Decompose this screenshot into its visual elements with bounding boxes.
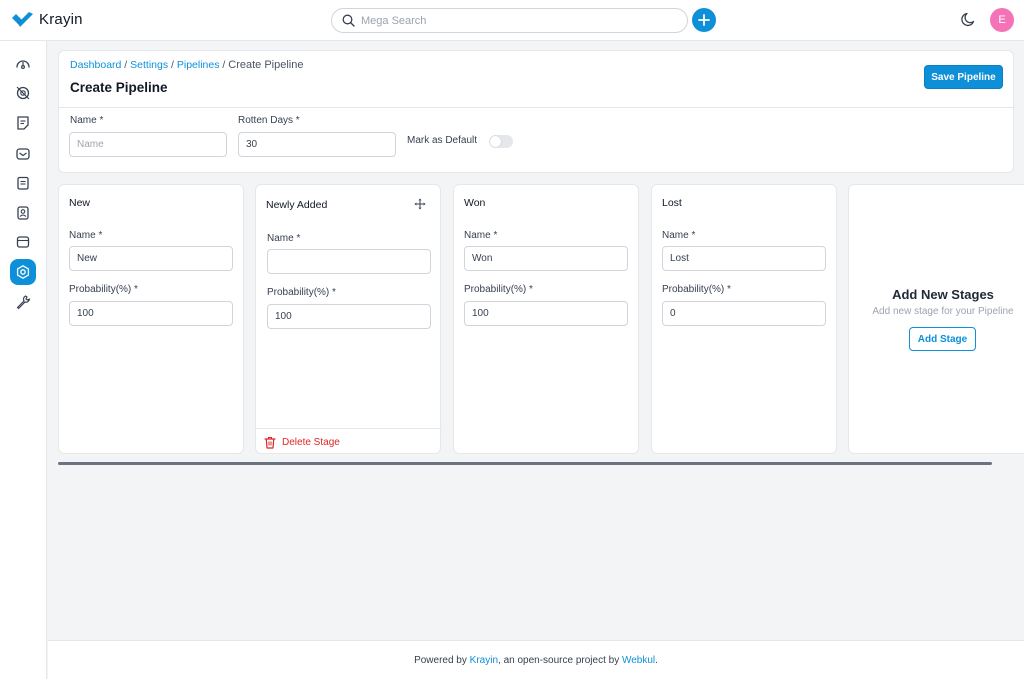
top-bar: Krayin E — [0, 0, 1024, 41]
footer: Powered by Krayin, an open-source projec… — [48, 640, 1024, 679]
stage-probability-label: Probability(%) * — [662, 284, 731, 295]
stage-card-won: Won Name * Probability(%) * — [453, 184, 639, 454]
sidebar-item-leads[interactable] — [10, 80, 36, 106]
stage-card-new: New Name * Probability(%) * — [58, 184, 244, 454]
stage-title: Won — [464, 197, 486, 209]
webkul-link[interactable]: Webkul — [622, 655, 655, 666]
breadcrumb-separator: / — [219, 59, 229, 71]
stage-card-newly-added: Newly Added Name * Probability(%) * Dele… — [255, 184, 442, 455]
rotten-days-label: Rotten Days * — [238, 115, 300, 126]
breadcrumb-pipelines[interactable]: Pipelines — [177, 59, 220, 71]
add-stage-title: Add New Stages — [892, 287, 994, 302]
breadcrumb-current: Create Pipeline — [228, 59, 304, 71]
stage-name-input[interactable] — [267, 249, 431, 274]
stage-probability-label: Probability(%) * — [267, 287, 336, 298]
stage-card-lost: Lost Name * Probability(%) * — [651, 184, 837, 454]
search-input[interactable] — [361, 14, 661, 27]
sidebar-item-quotes[interactable] — [10, 110, 36, 136]
mega-search[interactable] — [331, 8, 688, 33]
name-label: Name * — [70, 115, 104, 126]
krayin-logo-icon — [12, 11, 33, 27]
mark-default-toggle[interactable] — [489, 135, 513, 148]
dark-mode-toggle[interactable] — [961, 11, 977, 30]
stage-probability-input[interactable] — [267, 304, 431, 329]
stage-name-input[interactable] — [69, 246, 233, 271]
stage-probability-input[interactable] — [662, 301, 826, 326]
stage-probability-label: Probability(%) * — [464, 284, 533, 295]
footer-suffix: . — [655, 654, 658, 666]
add-stage-button[interactable]: Add Stage — [909, 327, 976, 351]
stage-probability-input[interactable] — [69, 301, 233, 326]
krayin-link[interactable]: Krayin — [470, 655, 498, 666]
add-stage-card: Add New Stages Add new stage for your Pi… — [848, 184, 1024, 454]
stage-name-input[interactable] — [464, 246, 628, 271]
stage-name-label: Name * — [267, 233, 301, 244]
wrench-icon — [16, 295, 31, 310]
stage-name-label: Name * — [662, 230, 696, 241]
stage-name-label: Name * — [464, 230, 498, 241]
box-icon — [16, 236, 30, 248]
user-avatar[interactable]: E — [990, 8, 1014, 32]
horizontal-scrollbar[interactable] — [58, 462, 992, 465]
trash-icon — [264, 436, 276, 449]
stage-title: Lost — [662, 197, 682, 209]
sidebar-item-settings[interactable] — [10, 259, 36, 285]
mail-icon — [16, 148, 30, 160]
breadcrumb-separator: / — [168, 59, 177, 71]
pipeline-form-card: Dashboard / Settings / Pipelines / Creat… — [58, 50, 1015, 173]
krayin-logo[interactable]: Krayin — [12, 11, 83, 28]
breadcrumb-separator: / — [121, 59, 131, 71]
quote-icon — [17, 116, 29, 130]
stage-probability-label: Probability(%) * — [69, 284, 138, 295]
sidebar-item-contacts[interactable] — [10, 200, 36, 226]
sidebar-item-mail[interactable] — [10, 141, 36, 167]
leads-icon — [16, 86, 30, 100]
contact-icon — [17, 206, 29, 220]
breadcrumb-settings[interactable]: Settings — [130, 59, 168, 71]
quick-create-button[interactable] — [692, 8, 716, 32]
clipboard-icon — [17, 176, 29, 190]
sidebar-item-configuration[interactable] — [10, 289, 36, 315]
app-name: Krayin — [39, 11, 83, 28]
breadcrumb-dashboard[interactable]: Dashboard — [70, 59, 121, 71]
stage-name-label: Name * — [69, 230, 103, 241]
toggle-knob — [490, 136, 501, 147]
rotten-days-input[interactable] — [238, 132, 396, 157]
sidebar-item-products[interactable] — [10, 229, 36, 255]
divider — [59, 107, 1015, 108]
search-icon — [342, 14, 355, 27]
add-stage-subtitle: Add new stage for your Pipeline — [872, 306, 1014, 317]
stage-title: New — [69, 197, 91, 209]
move-icon[interactable] — [414, 198, 426, 210]
footer-prefix: Powered by — [414, 654, 467, 666]
speedometer-icon — [16, 60, 30, 70]
breadcrumb: Dashboard / Settings / Pipelines / Creat… — [70, 59, 303, 71]
stage-title: Newly Added — [266, 199, 328, 211]
delete-stage-label: Delete Stage — [282, 436, 340, 448]
footer-middle: , an open-source project by — [498, 654, 620, 666]
sidebar-item-dashboard[interactable] — [10, 51, 36, 77]
mark-default-label: Mark as Default — [407, 135, 478, 146]
stage-probability-input[interactable] — [464, 301, 628, 326]
settings-icon — [16, 265, 30, 279]
stage-name-input[interactable] — [662, 246, 826, 271]
sidebar — [0, 41, 47, 679]
page-title: Create Pipeline — [70, 80, 168, 95]
delete-stage-button[interactable]: Delete Stage — [256, 428, 442, 455]
pipeline-name-input[interactable] — [69, 132, 227, 157]
save-pipeline-button[interactable]: Save Pipeline — [924, 65, 1003, 89]
plus-icon — [698, 14, 710, 26]
moon-icon — [961, 12, 975, 27]
sidebar-item-activities[interactable] — [10, 170, 36, 196]
